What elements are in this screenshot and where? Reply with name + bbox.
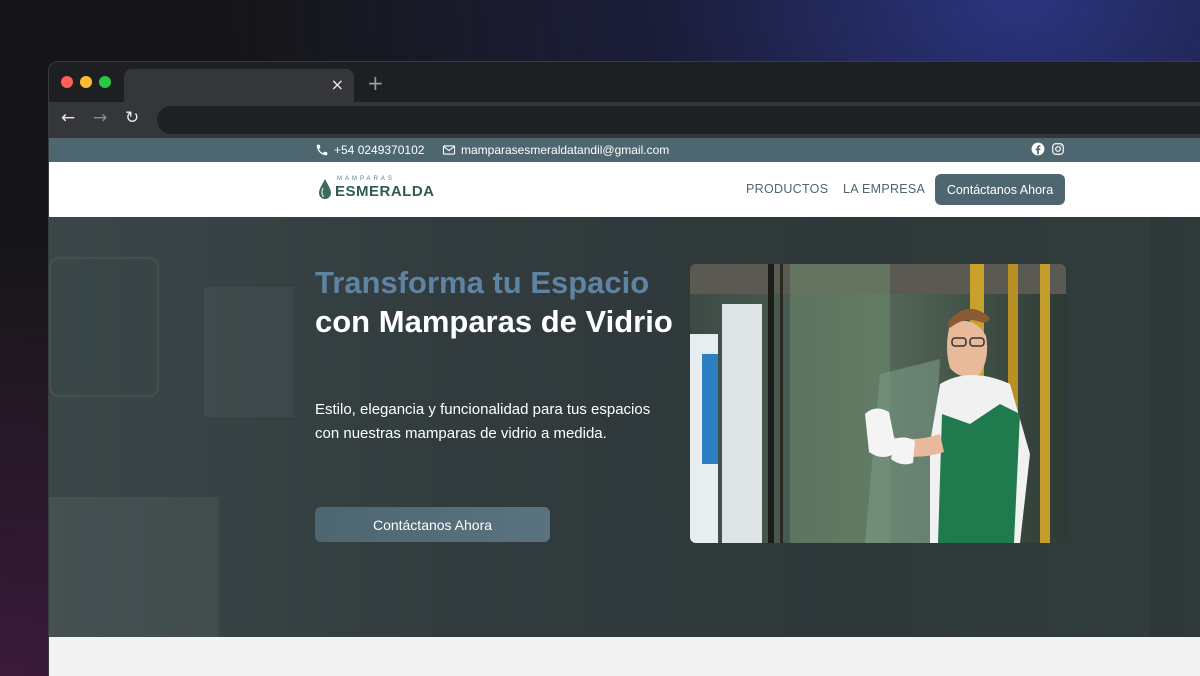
hero-title-connector: con xyxy=(315,304,371,339)
site-header: MAMPARAS ESMERALDA PRODUCTOS LA EMPRESA … xyxy=(49,162,1200,217)
browser-window: × + ← → ↻ +54 0249370102 mamparasesmeral… xyxy=(48,61,1200,676)
hero-background-shape xyxy=(49,497,219,637)
hero-image xyxy=(690,264,1066,543)
new-tab-icon[interactable]: + xyxy=(367,71,384,95)
tab-close-icon[interactable]: × xyxy=(331,75,344,94)
email-contact[interactable]: mamparasesmeraldatandil@gmail.com xyxy=(442,143,669,157)
next-section xyxy=(49,637,1200,676)
nav-productos[interactable]: PRODUCTOS xyxy=(746,182,828,196)
hero-background-shape xyxy=(1149,217,1200,637)
email-address: mamparasesmeraldatandil@gmail.com xyxy=(461,143,670,157)
hero-background-shape xyxy=(204,287,294,417)
tab-bar: × + xyxy=(49,62,1200,102)
back-arrow-icon[interactable]: ← xyxy=(61,108,75,128)
hero-subtitle: Estilo, elegancia y funcionalidad para t… xyxy=(315,401,651,442)
phone-number: +54 0249370102 xyxy=(334,143,425,157)
address-bar[interactable] xyxy=(157,106,1200,134)
envelope-icon xyxy=(442,145,456,155)
phone-contact[interactable]: +54 0249370102 xyxy=(315,143,424,157)
facebook-icon[interactable] xyxy=(1031,142,1045,156)
hero-title: Transforma tu Espacio con Mamparas de Vi… xyxy=(315,263,675,341)
hero-title-main: Mamparas de Vidrio xyxy=(378,304,673,339)
forward-arrow-icon[interactable]: → xyxy=(93,108,107,128)
logo[interactable]: MAMPARAS ESMERALDA xyxy=(315,175,434,205)
logo-wordmark: ESMERALDA xyxy=(335,183,435,200)
browser-tab[interactable]: × xyxy=(124,69,354,102)
close-window-button[interactable] xyxy=(61,76,73,88)
contact-topbar: +54 0249370102 mamparasesmeraldatandil@g… xyxy=(49,138,1200,162)
logo-tagline: MAMPARAS xyxy=(337,176,395,182)
water-drop-icon xyxy=(319,179,331,199)
nav-la-empresa[interactable]: LA EMPRESA xyxy=(843,182,925,196)
contact-header-button[interactable]: Contáctanos Ahora xyxy=(935,174,1065,205)
phone-icon xyxy=(316,144,328,156)
hero-title-accent: Transforma tu Espacio xyxy=(315,265,650,300)
hero-background-shape xyxy=(49,257,159,397)
instagram-icon[interactable] xyxy=(1051,142,1065,156)
reload-icon[interactable]: ↻ xyxy=(125,108,139,128)
minimize-window-button[interactable] xyxy=(80,76,92,88)
social-links xyxy=(1031,142,1065,156)
contact-hero-button[interactable]: Contáctanos Ahora xyxy=(315,507,550,542)
website: +54 0249370102 mamparasesmeraldatandil@g… xyxy=(49,138,1200,676)
maximize-window-button[interactable] xyxy=(99,76,111,88)
glass-worker-illustration xyxy=(690,264,1066,543)
browser-toolbar: ← → ↻ xyxy=(49,102,1200,138)
hero-section: Transforma tu Espacio con Mamparas de Vi… xyxy=(49,217,1200,637)
